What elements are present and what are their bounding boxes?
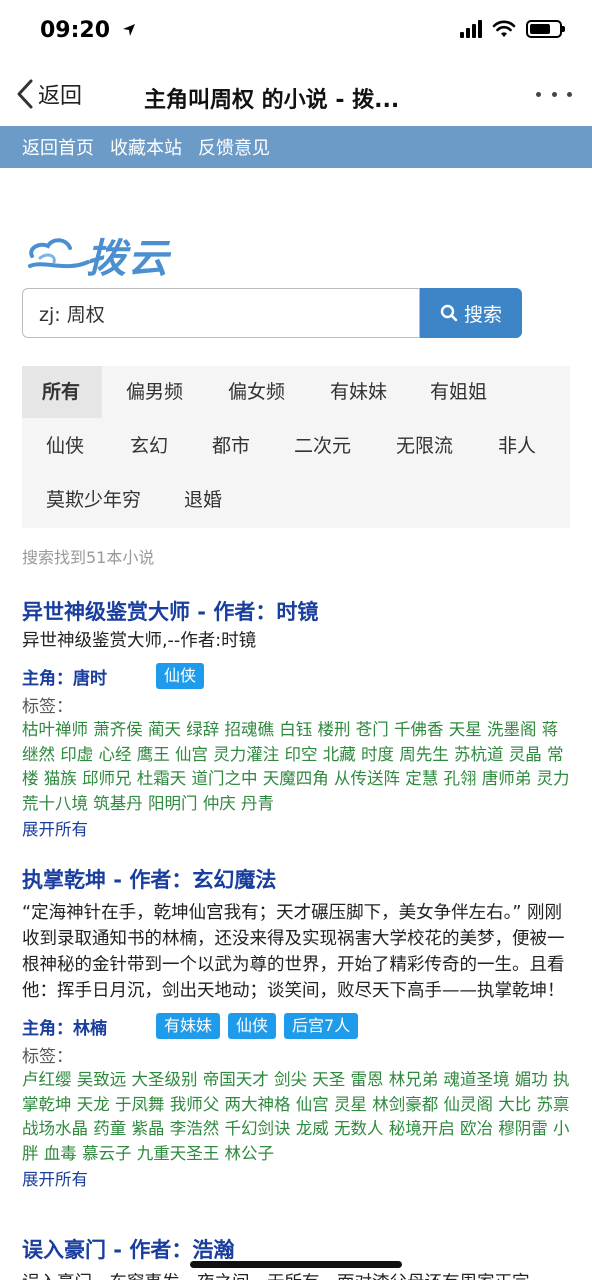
category-acg[interactable]: 二次元 (274, 420, 371, 472)
status-time: 09:20 (40, 18, 136, 43)
tag-label: 标签： (22, 697, 73, 717)
book-meta: 主角：唐时 仙侠 (22, 662, 572, 690)
category-xuanhuan[interactable]: 玄幻 (110, 420, 188, 472)
category-has-sister[interactable]: 有妹妹 (310, 366, 407, 418)
category-xianxia[interactable]: 仙侠 (26, 420, 104, 472)
chevron-left-icon (17, 79, 33, 109)
book-title-link[interactable]: 异世神级鉴赏大师 - 作者：时镜 (22, 596, 572, 626)
battery-icon (526, 20, 565, 38)
link-home[interactable]: 返回首页 (22, 134, 94, 160)
search-bar: 搜索 (22, 288, 522, 338)
site-logo[interactable]: 拨云 (26, 226, 196, 284)
result-count: 搜索找到51本小说 (22, 548, 155, 567)
genre-badge[interactable]: 有妹妹 (156, 1013, 221, 1039)
protagonist-link[interactable]: 主角：林楠 (22, 1014, 156, 1039)
search-button[interactable]: 搜索 (420, 288, 522, 338)
expand-all-link[interactable]: 展开所有 (22, 1166, 572, 1190)
back-button[interactable]: 返回 (14, 78, 82, 110)
logo-text: 拨云 (86, 235, 170, 282)
status-time-text: 09:20 (40, 18, 111, 43)
category-infinite[interactable]: 无限流 (376, 420, 473, 472)
expand-all-link[interactable]: 展开所有 (22, 816, 572, 840)
category-underdog[interactable]: 莫欺少年穷 (26, 474, 161, 526)
tag-label: 标签： (22, 1047, 73, 1067)
location-arrow-icon (122, 24, 135, 36)
status-bar: 09:20 (0, 0, 592, 64)
category-has-elder-sister[interactable]: 有姐姐 (410, 366, 507, 418)
book-item: 执掌乾坤 - 作者：玄幻魔法 “定海神针在手，乾坤仙宫我有；天才碾压脚下，美女争… (22, 864, 572, 1190)
category-filter: 所有 偏男频 偏女频 有妹妹 有姐姐 仙侠 玄幻 都市 二次元 无限流 非人 莫… (22, 366, 570, 528)
category-male[interactable]: 偏男频 (106, 366, 203, 418)
search-button-label: 搜索 (463, 303, 502, 326)
search-input[interactable] (22, 288, 420, 338)
genre-badge[interactable]: 仙侠 (228, 1013, 277, 1039)
nav-bar: 返回 主角叫周权 的小说 - 拨... (0, 64, 592, 126)
book-description: “定海神针在手，乾坤仙宫我有；天才碾压脚下，美女争伴左右。” 刚刚收到录取通知书… (22, 903, 565, 1001)
protagonist-link[interactable]: 主角：唐时 (22, 664, 156, 689)
category-broken-engagement[interactable]: 退婚 (164, 474, 242, 526)
home-indicator[interactable] (190, 1261, 402, 1268)
book-item: 误入豪门 - 作者：浩瀚 误入豪门，东窗事发一夜之间一无所有，面对渣父母还有周家… (22, 1234, 572, 1280)
back-label: 返回 (38, 84, 83, 109)
more-options-icon[interactable] (536, 82, 572, 106)
link-bookmark[interactable]: 收藏本站 (110, 134, 182, 160)
page-title: 主角叫周权 的小说 - 拨... (144, 88, 400, 113)
genre-badge[interactable]: 后宫7人 (284, 1013, 359, 1039)
category-nonhuman[interactable]: 非人 (478, 420, 556, 472)
category-all[interactable]: 所有 (22, 366, 102, 418)
book-title-link[interactable]: 执掌乾坤 - 作者：玄幻魔法 (22, 864, 572, 894)
category-urban[interactable]: 都市 (192, 420, 270, 472)
top-links-bar: 返回首页 收藏本站 反馈意见 (0, 126, 592, 168)
search-icon (440, 304, 458, 322)
book-title-link[interactable]: 误入豪门 - 作者：浩瀚 (22, 1234, 572, 1264)
link-feedback[interactable]: 反馈意见 (198, 134, 270, 160)
category-female[interactable]: 偏女频 (208, 366, 305, 418)
tag-list[interactable]: 卢红缨 吴致远 大圣级别 帝国天才 剑尖 天圣 雷恩 林兄弟 魂道圣境 媚功 执… (22, 1068, 572, 1166)
genre-badge[interactable]: 仙侠 (156, 663, 205, 689)
book-meta: 主角：林楠 有妹妹 仙侠 后宫7人 (22, 1012, 572, 1040)
wifi-icon (492, 20, 516, 37)
book-description: 异世神级鉴赏大师,--作者:时镜 (22, 631, 257, 651)
tag-list[interactable]: 枯叶禅师 萧齐侯 蔺天 绿辞 招魂礁 白钰 楼刑 苍门 千佛香 天星 洗墨阁 蒋… (22, 718, 572, 816)
status-icons (460, 20, 565, 38)
book-description: 误入豪门，东窗事发一夜之间一无所有，面对渣父母还有周家正宗 (22, 1270, 572, 1280)
book-item: 异世神级鉴赏大师 - 作者：时镜 异世神级鉴赏大师,--作者:时镜 主角：唐时 … (22, 596, 572, 840)
cellular-signal-icon (460, 20, 482, 38)
